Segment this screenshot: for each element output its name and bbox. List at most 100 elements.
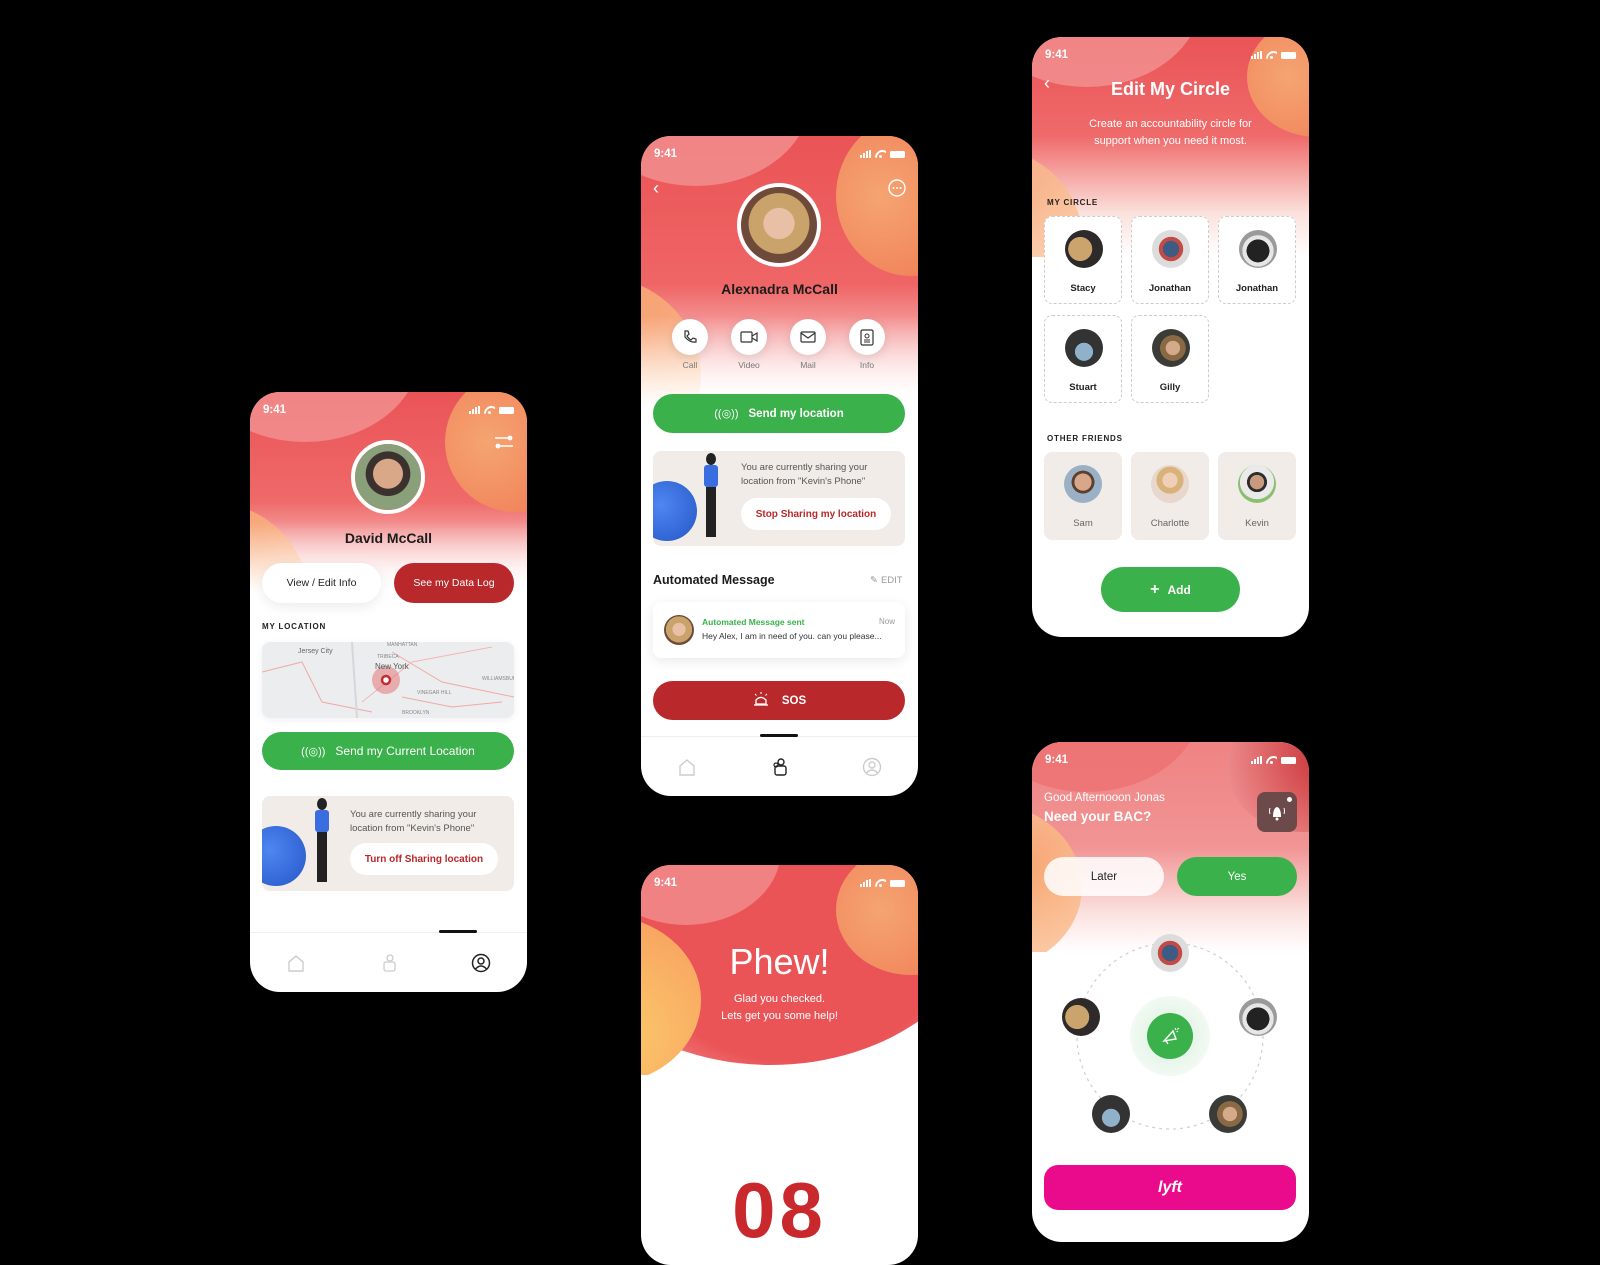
info-button[interactable] <box>849 319 885 355</box>
circle-member-avatar[interactable] <box>1239 998 1277 1036</box>
friend-avatar <box>1064 465 1102 503</box>
info-label: Info <box>859 360 875 370</box>
circle-member-card[interactable]: Jonathan <box>1131 216 1209 304</box>
friend-card[interactable]: Charlotte <box>1131 452 1209 540</box>
bac-screen: 9:41 Good Afternooon Jonas Need your BAC… <box>1032 742 1309 1242</box>
circle-member-card[interactable]: Gilly <box>1131 315 1209 403</box>
globe-illustration <box>262 826 306 886</box>
profile-tab-icon[interactable] <box>861 756 883 778</box>
member-name: Jonathan <box>1235 283 1279 294</box>
chat-bubble-icon[interactable] <box>887 178 907 203</box>
circle-tab-icon[interactable] <box>377 952 399 974</box>
member-avatar <box>1152 230 1190 268</box>
status-time: 9:41 <box>263 404 287 416</box>
wifi-icon <box>875 150 886 158</box>
stop-sharing-button[interactable]: Stop Sharing my location <box>741 498 891 530</box>
member-avatar <box>1065 329 1103 367</box>
circle-member-card[interactable]: Jonathan <box>1218 216 1296 304</box>
status-bar: 9:41 <box>263 402 514 418</box>
tab-bar <box>641 736 918 796</box>
friend-name: Charlotte <box>1150 518 1190 529</box>
later-button[interactable]: Later <box>1044 857 1164 896</box>
contact-avatar[interactable] <box>737 183 821 267</box>
home-tab-icon[interactable] <box>285 952 307 974</box>
member-name: Stacy <box>1070 283 1096 294</box>
signal-icon <box>1251 756 1262 764</box>
page-subtitle: Create an accountability circle for supp… <box>1089 118 1252 147</box>
wifi-icon <box>484 406 495 414</box>
home-tab-icon[interactable] <box>676 756 698 778</box>
message-card[interactable]: Automated Message sent Now Hey Alex, I a… <box>653 602 905 658</box>
person-illustration <box>310 796 336 891</box>
megaphone-icon <box>1162 1027 1180 1045</box>
phone-icon <box>684 330 697 343</box>
circle-member-card[interactable]: Stacy <box>1044 216 1122 304</box>
sos-label: SOS <box>781 694 807 707</box>
call-button[interactable] <box>672 319 708 355</box>
notification-dot <box>1287 797 1292 802</box>
back-chevron-icon[interactable]: ‹ <box>653 178 659 199</box>
add-button[interactable]: + Add <box>1101 567 1240 612</box>
battery-icon <box>1281 756 1296 764</box>
broadcast-location-icon: ((◎)) <box>301 745 326 758</box>
status-bar: 9:41 <box>654 146 905 162</box>
broadcast-location-icon: ((◎)) <box>714 408 739 420</box>
lyft-logo: lyft <box>1158 1178 1182 1196</box>
edit-circle-screen: 9:41 ‹ Edit My Circle Create an accounta… <box>1032 37 1309 637</box>
mail-label: Mail <box>800 360 816 370</box>
status-time: 9:41 <box>654 877 678 889</box>
friend-card[interactable]: Sam <box>1044 452 1122 540</box>
circle-member-avatar[interactable] <box>1151 934 1189 972</box>
location-map[interactable]: Jersey City New York MANHATTAN TRIBECA V… <box>262 642 514 718</box>
plus-icon: + <box>1150 580 1160 598</box>
send-location-label: Send my Current Location <box>335 744 475 758</box>
sliders-icon[interactable] <box>494 434 514 450</box>
member-name: Gilly <box>1159 382 1181 393</box>
map-label: WILLIAMSBURG <box>482 676 514 682</box>
mail-button[interactable] <box>790 319 826 355</box>
member-name: Stuart <box>1069 382 1097 393</box>
edit-label: EDIT <box>880 575 903 586</box>
alert-circle-button[interactable] <box>1147 1013 1193 1059</box>
status-bar: 9:41 <box>1045 752 1296 768</box>
circle-member-avatar[interactable] <box>1209 1095 1247 1133</box>
profile-tab-icon[interactable] <box>470 952 492 974</box>
phew-subtitle-2: Lets get you some help! <box>721 1010 838 1022</box>
notification-bell-button[interactable] <box>1257 792 1297 832</box>
member-name: Jonathan <box>1148 283 1192 294</box>
status-bar: 9:41 <box>1045 47 1296 63</box>
signal-icon <box>1251 51 1262 59</box>
circle-member-card[interactable]: Stuart <box>1044 315 1122 403</box>
circle-member-avatar[interactable] <box>1062 998 1100 1036</box>
video-button[interactable] <box>731 319 767 355</box>
video-icon <box>740 331 758 343</box>
yes-button[interactable]: Yes <box>1177 857 1297 896</box>
battery-icon <box>890 150 905 158</box>
sharing-status-text: You are currently sharing your location … <box>741 462 868 487</box>
user-avatar[interactable] <box>351 440 425 514</box>
data-log-button[interactable]: See my Data Log <box>394 563 514 603</box>
sharing-card: You are currently sharing your location … <box>653 451 905 546</box>
signal-icon <box>860 879 871 887</box>
battery-icon <box>1281 51 1296 59</box>
view-edit-info-button[interactable]: View / Edit Info <box>262 563 381 603</box>
friend-name: Sam <box>1073 518 1093 529</box>
circle-tab-icon[interactable] <box>768 756 790 778</box>
send-current-location-button[interactable]: ((◎)) Send my Current Location <box>262 732 514 770</box>
send-location-button[interactable]: ((◎)) Send my location <box>653 394 905 433</box>
other-friends-label: OTHER FRIENDS <box>1047 434 1123 443</box>
message-avatar <box>664 615 694 645</box>
countdown-number: 08 <box>732 1166 827 1254</box>
circle-member-avatar[interactable] <box>1092 1095 1130 1133</box>
turn-off-sharing-button[interactable]: Turn off Sharing location <box>350 843 498 875</box>
active-tab-indicator <box>760 734 798 737</box>
status-time: 9:41 <box>654 148 678 160</box>
friend-card[interactable]: Kevin <box>1218 452 1296 540</box>
sos-button[interactable]: SOS <box>653 681 905 720</box>
member-avatar <box>1239 230 1277 268</box>
phew-subtitle-1: Glad you checked. <box>733 993 826 1005</box>
lyft-button[interactable]: lyft <box>1044 1165 1296 1210</box>
user-name: David McCall <box>344 530 433 546</box>
back-chevron-icon[interactable]: ‹ <box>1044 73 1050 94</box>
edit-message-button[interactable]: ✎ EDIT <box>870 575 903 586</box>
